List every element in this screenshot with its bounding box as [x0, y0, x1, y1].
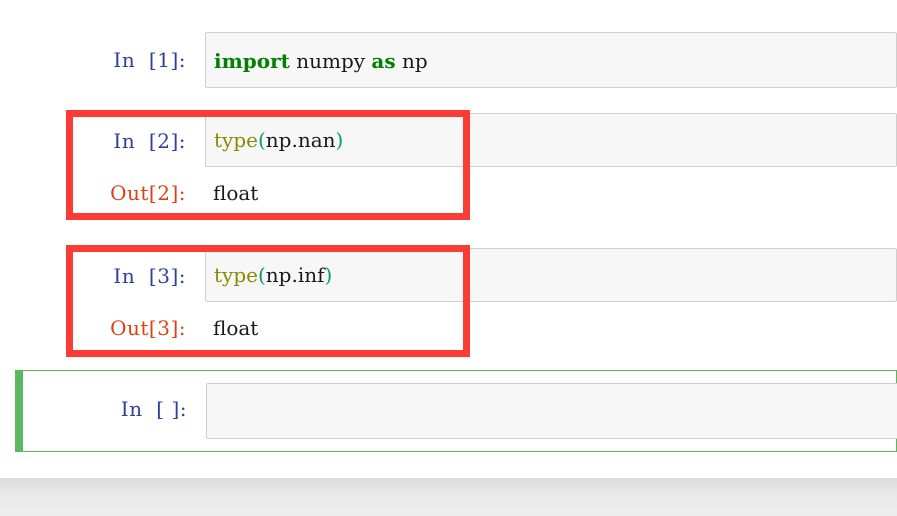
code-input-area-1[interactable]: import numpy as np: [205, 32, 897, 88]
code-token-arg-npnan: np.nan: [265, 128, 336, 152]
code-token-alias-np: np: [401, 49, 428, 73]
code-token-paren-close-3: ): [324, 263, 333, 287]
output-prompt-2: Out[2]:: [110, 181, 186, 205]
code-token-builtin-type-3: type: [214, 263, 258, 287]
code-line-3: type(np.inf): [206, 265, 896, 285]
code-token-keyword-import: import: [214, 49, 290, 73]
notebook-cell-2[interactable]: In [2]: type(np.nan) Out[2]: float: [0, 109, 897, 219]
output-value-2: float: [213, 181, 259, 205]
code-line-1: import numpy as np: [206, 51, 896, 71]
notebook-footer-bar: [0, 478, 897, 516]
code-token-builtin-type: type: [214, 128, 258, 152]
input-prompt-2: In [2]:: [113, 129, 186, 153]
output-value-3: float: [213, 316, 259, 340]
code-token-paren-open-2: (: [257, 128, 266, 152]
code-token-arg-npinf: np.inf: [265, 263, 325, 287]
input-prompt-1: In [1]:: [113, 48, 186, 72]
code-line-2: type(np.nan): [206, 130, 896, 150]
input-prompt-4: In [ ]:: [120, 397, 187, 421]
notebook-cell-3[interactable]: In [3]: type(np.inf) Out[3]: float: [0, 244, 897, 356]
notebook-canvas: In [1]: import numpy as np In [2]: type(…: [0, 0, 897, 478]
code-token-module-numpy: numpy: [296, 49, 366, 73]
output-prompt-3: Out[3]:: [110, 316, 186, 340]
code-input-area-2[interactable]: type(np.nan): [205, 113, 897, 167]
output-area-3: float: [205, 308, 897, 348]
input-prompt-3: In [3]:: [113, 264, 186, 288]
code-input-area-4[interactable]: [206, 383, 897, 439]
output-area-2: float: [205, 173, 897, 213]
code-token-paren-close-2: ): [335, 128, 344, 152]
code-token-keyword-as: as: [371, 49, 396, 73]
code-input-area-3[interactable]: type(np.inf): [205, 248, 897, 302]
code-token-paren-open-3: (: [257, 263, 266, 287]
notebook-cell-4-selected[interactable]: In [ ]:: [15, 370, 897, 452]
notebook-cell-1[interactable]: In [1]: import numpy as np: [0, 28, 897, 92]
